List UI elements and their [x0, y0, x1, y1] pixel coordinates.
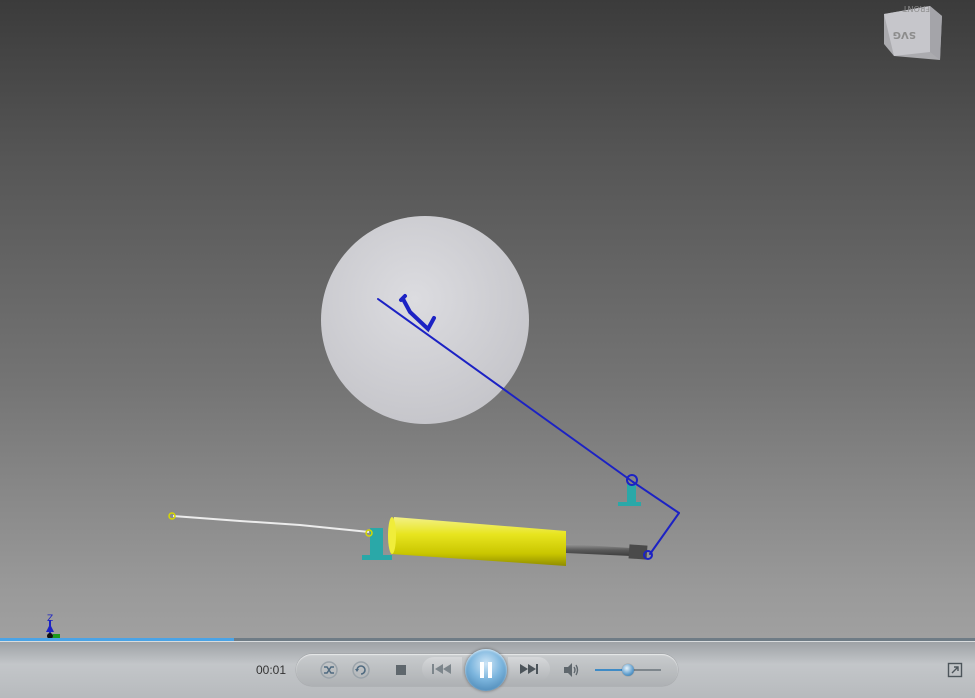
cable	[172, 515, 370, 533]
cylinder-mount	[362, 528, 392, 560]
elapsed-time: 00:01	[256, 663, 287, 677]
piston-rod	[566, 544, 631, 556]
shuffle-button[interactable]	[318, 659, 340, 681]
speaker-icon	[564, 663, 579, 677]
previous-button[interactable]	[422, 657, 462, 681]
shuffle-icon	[320, 661, 338, 679]
volume-thumb[interactable]	[622, 664, 634, 676]
viewcube-face-label: SVG	[893, 29, 916, 40]
volume-slider[interactable]	[595, 662, 661, 678]
stop-icon	[396, 665, 406, 675]
player-control-bar: 00:01	[0, 641, 975, 698]
hydraulic-cylinder	[388, 517, 566, 566]
play-pause-button[interactable]	[465, 649, 507, 691]
viewcube-icon[interactable]: FRONT SVG	[880, 0, 944, 62]
previous-track-icon	[432, 664, 451, 674]
repeat-icon	[352, 661, 370, 679]
axis-z-label: Z	[47, 614, 53, 624]
pause-icon	[480, 662, 492, 678]
stop-button[interactable]	[391, 660, 411, 680]
switch-to-library-icon	[947, 662, 963, 678]
animation-viewport: FRONT SVG Z X 00:01	[0, 0, 975, 698]
wheel-disc	[321, 216, 529, 424]
next-button[interactable]	[508, 657, 550, 681]
next-track-icon	[520, 664, 538, 674]
viewcube-top-label: FRONT	[903, 4, 930, 13]
mute-button[interactable]	[560, 659, 582, 681]
mechanism-scene	[168, 216, 680, 566]
switch-to-library-button[interactable]	[946, 661, 964, 679]
repeat-button[interactable]	[350, 659, 372, 681]
